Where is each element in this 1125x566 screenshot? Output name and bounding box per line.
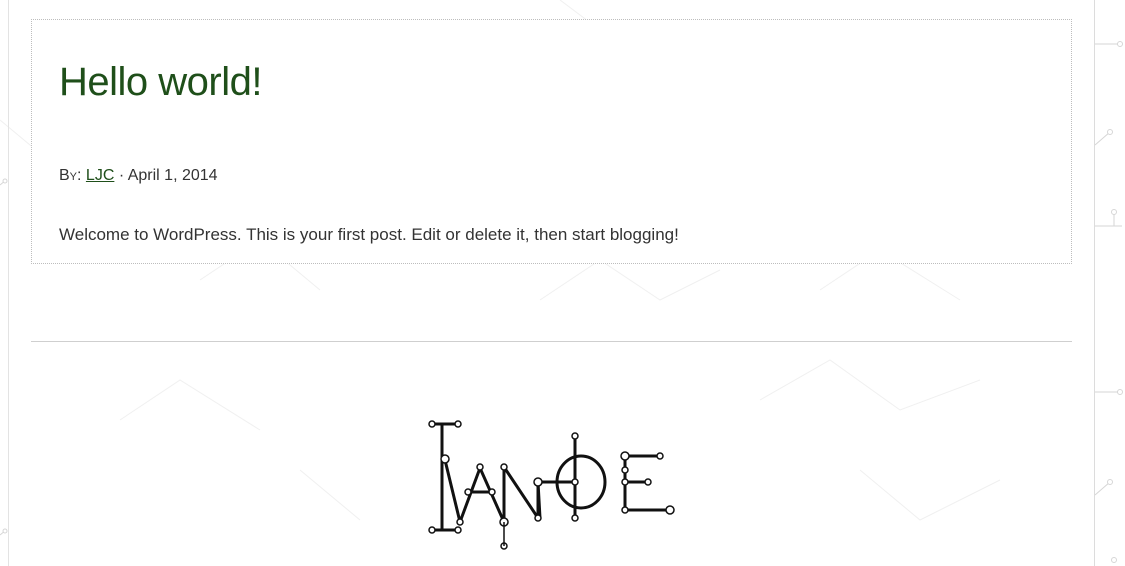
post-date: April 1, 2014 — [127, 167, 218, 184]
meta-separator: · — [118, 167, 125, 184]
post-card: Hello world! By: LJC · April 1, 2014 Wel… — [31, 19, 1072, 264]
ivanhoe-logo-icon[interactable] — [420, 412, 690, 557]
post-meta: By: LJC · April 1, 2014 — [59, 165, 218, 187]
post-content: Welcome to WordPress. This is your first… — [59, 225, 679, 244]
page: Hello world! By: LJC · April 1, 2014 Wel… — [0, 0, 1125, 566]
author-link[interactable]: LJC — [86, 167, 114, 184]
footer-divider — [31, 341, 1072, 342]
left-border-rule — [8, 0, 9, 566]
byline-prefix: By: — [59, 167, 82, 184]
post-title[interactable]: Hello world! — [59, 58, 262, 106]
right-border-rule — [1094, 0, 1095, 566]
